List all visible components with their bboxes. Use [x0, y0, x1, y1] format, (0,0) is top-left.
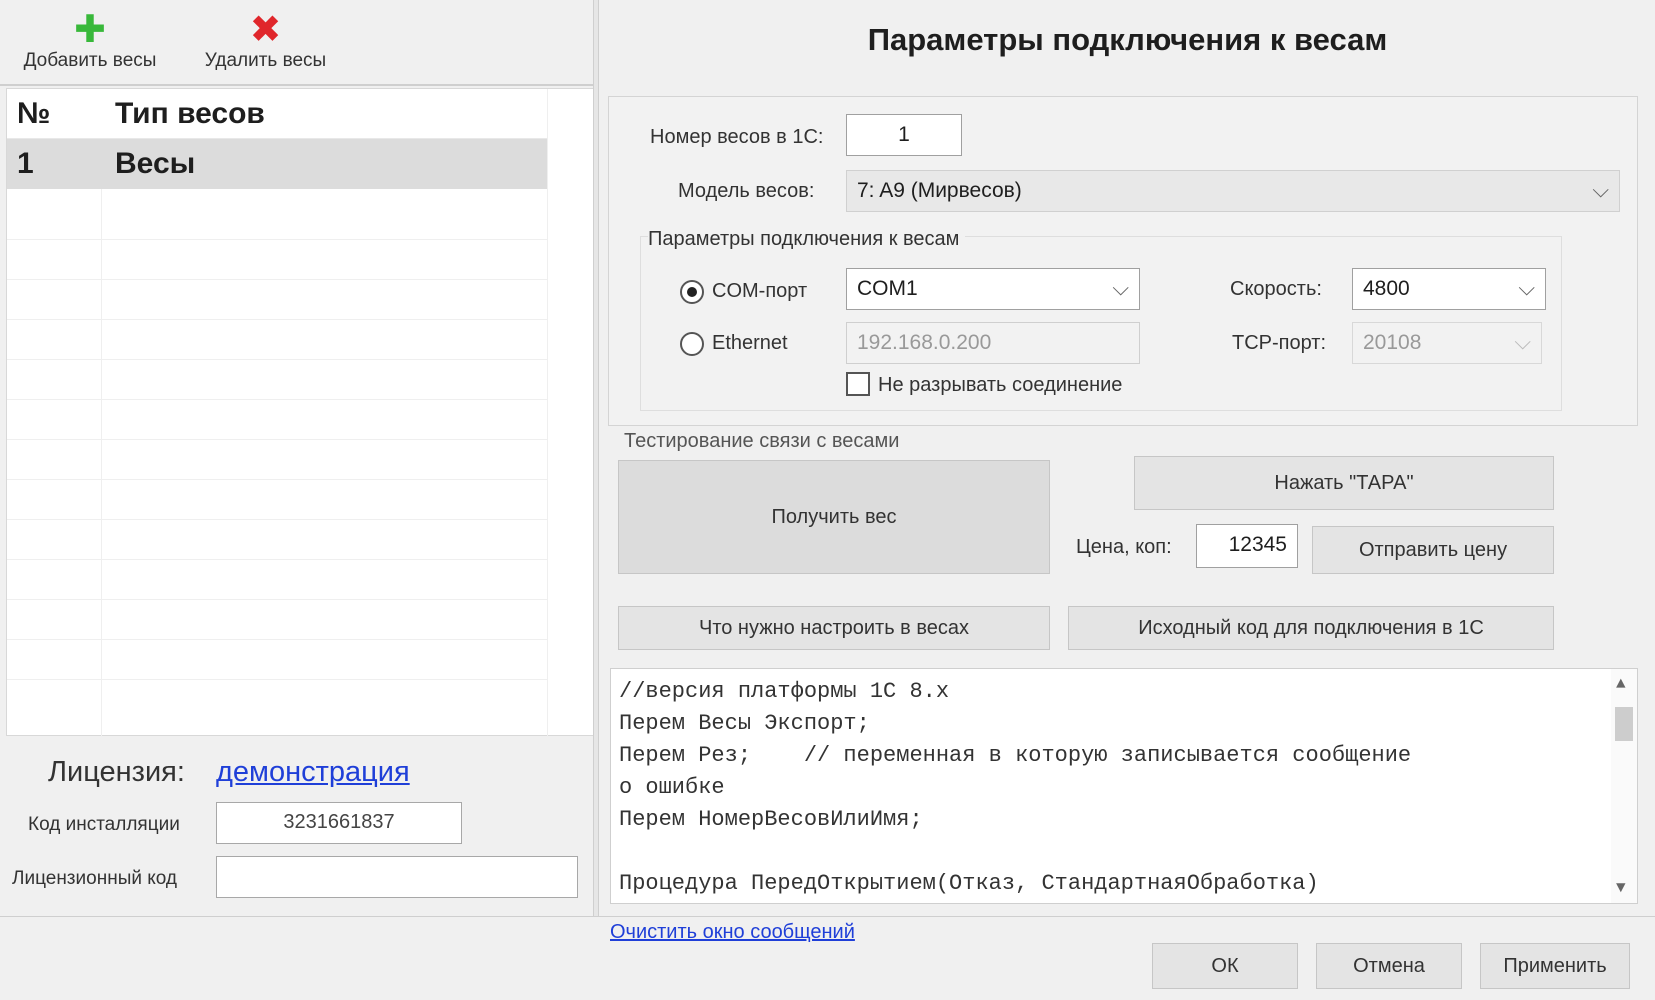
ethernet-radio[interactable]	[680, 332, 704, 356]
com-port-label[interactable]: COM-порт	[712, 280, 807, 303]
close-icon: ✖	[249, 9, 282, 51]
column-header-type[interactable]: Тип весов	[115, 97, 265, 131]
send-price-button[interactable]: Отправить цену	[1312, 526, 1554, 574]
chevron-down-icon: ⌵	[1112, 275, 1129, 300]
page-title: Параметры подключения к весам	[867, 22, 1388, 57]
row-number: 1	[17, 147, 34, 180]
license-code-label: Лицензионный код	[12, 868, 177, 889]
code-line: о ошибке	[619, 775, 725, 800]
test-group-label: Тестирование связи с весами	[624, 430, 900, 452]
bottom-bar: Очистить окно сообщений ОК Отмена Примен…	[0, 916, 1655, 1000]
com-port-value: COM1	[857, 277, 918, 300]
panel-splitter[interactable]	[593, 0, 599, 916]
table-header: № Тип весов	[7, 89, 547, 139]
toolbar: ✚ Добавить весы ✖ Удалить весы	[0, 0, 595, 86]
code-line: Процедура ПередОткрытием(Отказ, Стандарт…	[619, 871, 1319, 896]
tare-button[interactable]: Нажать "ТАРА"	[1134, 456, 1554, 510]
scale-setup-button[interactable]: Что нужно настроить в весах	[618, 606, 1050, 650]
chevron-down-icon: ⌵	[1518, 275, 1535, 300]
tcp-port-label: TCP-порт:	[1232, 332, 1327, 354]
com-port-select[interactable]: COM1 ⌵	[846, 268, 1140, 310]
clear-messages-link[interactable]: Очистить окно сообщений	[610, 921, 855, 944]
license-mode-link[interactable]: демонстрация	[216, 756, 410, 789]
keep-connection-label[interactable]: Не разрывать соединение	[878, 374, 1122, 397]
license-code-field[interactable]	[216, 856, 578, 898]
code-line: Перем НомерВесовИлиИмя;	[619, 807, 923, 832]
ok-button[interactable]: ОК	[1152, 943, 1298, 989]
delete-scale-button[interactable]: ✖ Удалить весы	[188, 10, 343, 72]
speed-value: 4800	[1363, 277, 1410, 300]
model-value: 7: A9 (Мирвесов)	[857, 179, 1022, 202]
add-scale-label: Добавить весы	[23, 50, 157, 71]
apply-button[interactable]: Применить	[1480, 943, 1630, 989]
license-label: Лицензия:	[48, 756, 185, 788]
keep-connection-checkbox[interactable]	[846, 372, 870, 396]
speed-label: Скорость:	[1230, 278, 1322, 300]
license-area: Лицензия: демонстрация Код инсталляции 3…	[0, 736, 595, 916]
install-code-label: Код инсталляции	[28, 814, 180, 835]
install-code-field[interactable]: 3231661837	[216, 802, 462, 844]
com-port-radio[interactable]	[680, 280, 704, 304]
column-header-number[interactable]: №	[17, 97, 50, 131]
model-label: Модель весов:	[678, 180, 815, 202]
code-viewer[interactable]: //версия платформы 1С 8.х Перем Весы Экс…	[610, 668, 1638, 904]
model-select[interactable]: 7: A9 (Мирвесов) ⌵	[846, 170, 1620, 212]
scrollbar-thumb[interactable]	[1615, 707, 1633, 741]
add-scale-button[interactable]: ✚ Добавить весы	[10, 10, 170, 72]
price-label: Цена, коп:	[1076, 536, 1172, 558]
scale-number-label: Номер весов в 1С:	[650, 126, 824, 148]
ethernet-label[interactable]: Ethernet	[712, 332, 788, 355]
chevron-up-icon[interactable]: ▲	[1616, 675, 1626, 693]
tcp-port-value: 20108	[1363, 331, 1422, 354]
cancel-button[interactable]: Отмена	[1316, 943, 1462, 989]
price-input[interactable]: 12345	[1196, 524, 1298, 568]
code-line: //версия платформы 1С 8.х	[619, 679, 950, 704]
row-type: Весы	[115, 147, 196, 180]
chevron-down-icon[interactable]: ▼	[1616, 879, 1626, 897]
table-row[interactable]: 1 Весы	[7, 139, 547, 189]
connection-group-label: Параметры подключения к весам	[648, 228, 966, 251]
delete-scale-label: Удалить весы	[204, 50, 327, 71]
plus-icon: ✚	[74, 9, 106, 51]
source-code-button[interactable]: Исходный код для подключения в 1С	[1068, 606, 1554, 650]
ip-address-input[interactable]: 192.168.0.200	[846, 322, 1140, 364]
code-line: Перем Рез; // переменная в которую запис…	[619, 743, 1412, 768]
code-scrollbar[interactable]: ▲ ▼	[1611, 669, 1637, 903]
scales-table: № Тип весов 1 Весы	[6, 88, 595, 737]
scale-number-input[interactable]: 1	[846, 114, 962, 156]
chevron-down-icon: ⌵	[1514, 329, 1531, 354]
tcp-port-select[interactable]: 20108 ⌵	[1352, 322, 1542, 364]
get-weight-button[interactable]: Получить вес	[618, 460, 1050, 574]
chevron-down-icon: ⌵	[1592, 177, 1609, 202]
speed-select[interactable]: 4800 ⌵	[1352, 268, 1546, 310]
code-line: Перем Весы Экспорт;	[619, 711, 870, 736]
